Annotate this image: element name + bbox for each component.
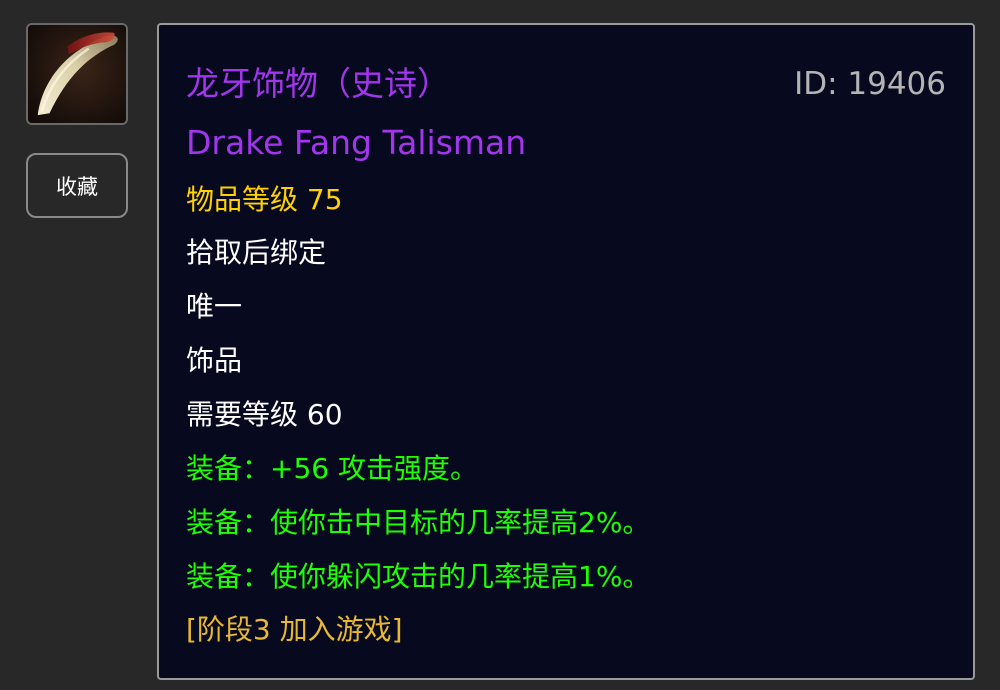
favorite-button[interactable]: 收藏 xyxy=(26,153,128,218)
bind-type: 拾取后绑定 xyxy=(186,236,327,269)
equip-effect: 装备：+56 攻击强度。 xyxy=(186,452,478,485)
item-name-en: Drake Fang Talisman xyxy=(186,123,527,162)
item-level: 物品等级 75 xyxy=(186,183,343,216)
drake-fang-icon xyxy=(28,25,126,123)
item-slot: 饰品 xyxy=(186,344,243,377)
item-tooltip: 龙牙饰物（史诗） ID: 19406 Drake Fang Talisman 物… xyxy=(157,23,975,680)
equip-effect: 装备：使你击中目标的几率提高2%。 xyxy=(186,506,651,539)
item-id: ID: 19406 xyxy=(794,66,946,102)
required-level: 需要等级 60 xyxy=(186,398,343,431)
unique-label: 唯一 xyxy=(186,290,243,323)
phase-info: [阶段3 加入游戏] xyxy=(186,613,403,646)
item-name-cn: 龙牙饰物（史诗） xyxy=(186,64,450,103)
equip-effect: 装备：使你躲闪攻击的几率提高1%。 xyxy=(186,560,651,593)
item-icon[interactable] xyxy=(26,23,128,125)
